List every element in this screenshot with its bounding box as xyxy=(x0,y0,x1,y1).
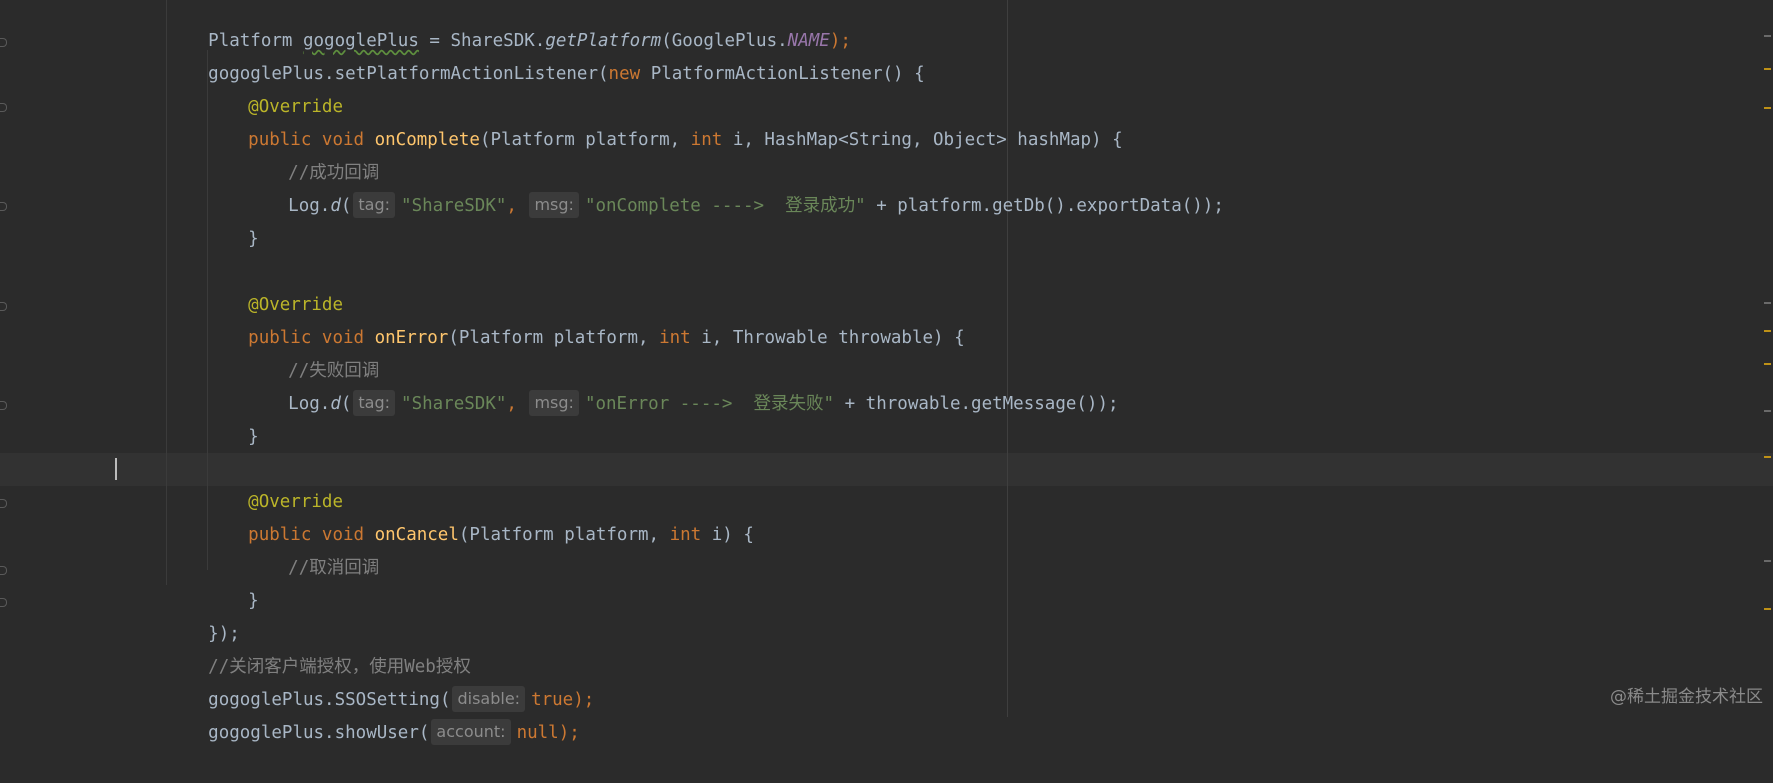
fold-marker-icon[interactable] xyxy=(0,103,7,112)
code-line[interactable]: gogoglePlus.SSOSetting(disable: true); xyxy=(166,651,594,712)
code-line[interactable]: public void onError(Platform platform, i… xyxy=(206,289,964,348)
code-line[interactable]: @Override xyxy=(206,58,343,117)
fold-marker-icon[interactable] xyxy=(0,499,7,508)
code-line[interactable]: //取消回调 xyxy=(246,519,379,578)
stripe-mark[interactable] xyxy=(1764,330,1771,332)
text-caret xyxy=(115,458,117,480)
code-editor[interactable]: Platform gogoglePlus = ShareSDK.getPlatf… xyxy=(0,0,1773,745)
fold-marker-icon[interactable] xyxy=(0,566,7,575)
code-line[interactable]: }); xyxy=(166,585,240,644)
code-line[interactable]: Log.d(tag: "ShareSDK", msg: "onComplete --… xyxy=(246,157,1224,218)
stripe-mark[interactable] xyxy=(1764,302,1771,304)
code-line[interactable]: @Override xyxy=(206,256,343,315)
fold-marker-icon[interactable] xyxy=(0,38,7,47)
fold-marker-icon[interactable] xyxy=(0,401,7,410)
fold-marker-icon[interactable] xyxy=(0,202,7,211)
stripe-mark[interactable] xyxy=(1764,35,1771,37)
parameter-hint: msg: xyxy=(529,192,579,218)
code-line[interactable]: //成功回调 xyxy=(246,124,379,183)
code-line[interactable]: //失败回调 xyxy=(246,322,379,381)
parameter-hint: tag: xyxy=(353,390,396,416)
watermark: @稀土掘金技术社区 xyxy=(1610,687,1763,707)
fold-marker-icon[interactable] xyxy=(0,302,7,311)
stripe-mark[interactable] xyxy=(1764,410,1771,412)
parameter-hint: msg: xyxy=(529,390,579,416)
stripe-mark[interactable] xyxy=(1764,363,1771,365)
code-line[interactable]: } xyxy=(206,190,259,249)
code-line[interactable]: public void onCancel(Platform platform, … xyxy=(206,486,754,545)
stripe-mark[interactable] xyxy=(1764,560,1771,562)
parameter-hint: tag: xyxy=(353,192,396,218)
code-line[interactable]: } xyxy=(206,552,259,611)
stripe-mark[interactable] xyxy=(1764,107,1771,109)
parameter-hint: account: xyxy=(431,719,511,745)
stripe-mark[interactable] xyxy=(1764,68,1771,70)
code-line[interactable]: Log.d(tag: "ShareSDK", msg: "onError ---->… xyxy=(246,355,1119,416)
code-line[interactable]: //关闭客户端授权，使用Web授权 xyxy=(166,618,471,677)
fold-marker-icon[interactable] xyxy=(0,598,7,607)
stripe-mark[interactable] xyxy=(1764,456,1771,458)
code-line[interactable]: gogoglePlus.showUser(account: null); xyxy=(166,684,580,745)
error-stripe[interactable] xyxy=(1763,0,1773,717)
code-line[interactable]: @Override xyxy=(206,453,343,512)
code-line[interactable]: Platform gogoglePlus = ShareSDK.getPlatf… xyxy=(166,0,851,51)
code-line[interactable]: } xyxy=(206,388,259,447)
code-line[interactable]: public void onComplete(Platform platform… xyxy=(206,91,1123,150)
stripe-mark[interactable] xyxy=(1764,608,1771,610)
editor-gutter xyxy=(0,0,28,717)
code-line[interactable]: gogoglePlus.setPlatformActionListener(ne… xyxy=(166,25,924,84)
